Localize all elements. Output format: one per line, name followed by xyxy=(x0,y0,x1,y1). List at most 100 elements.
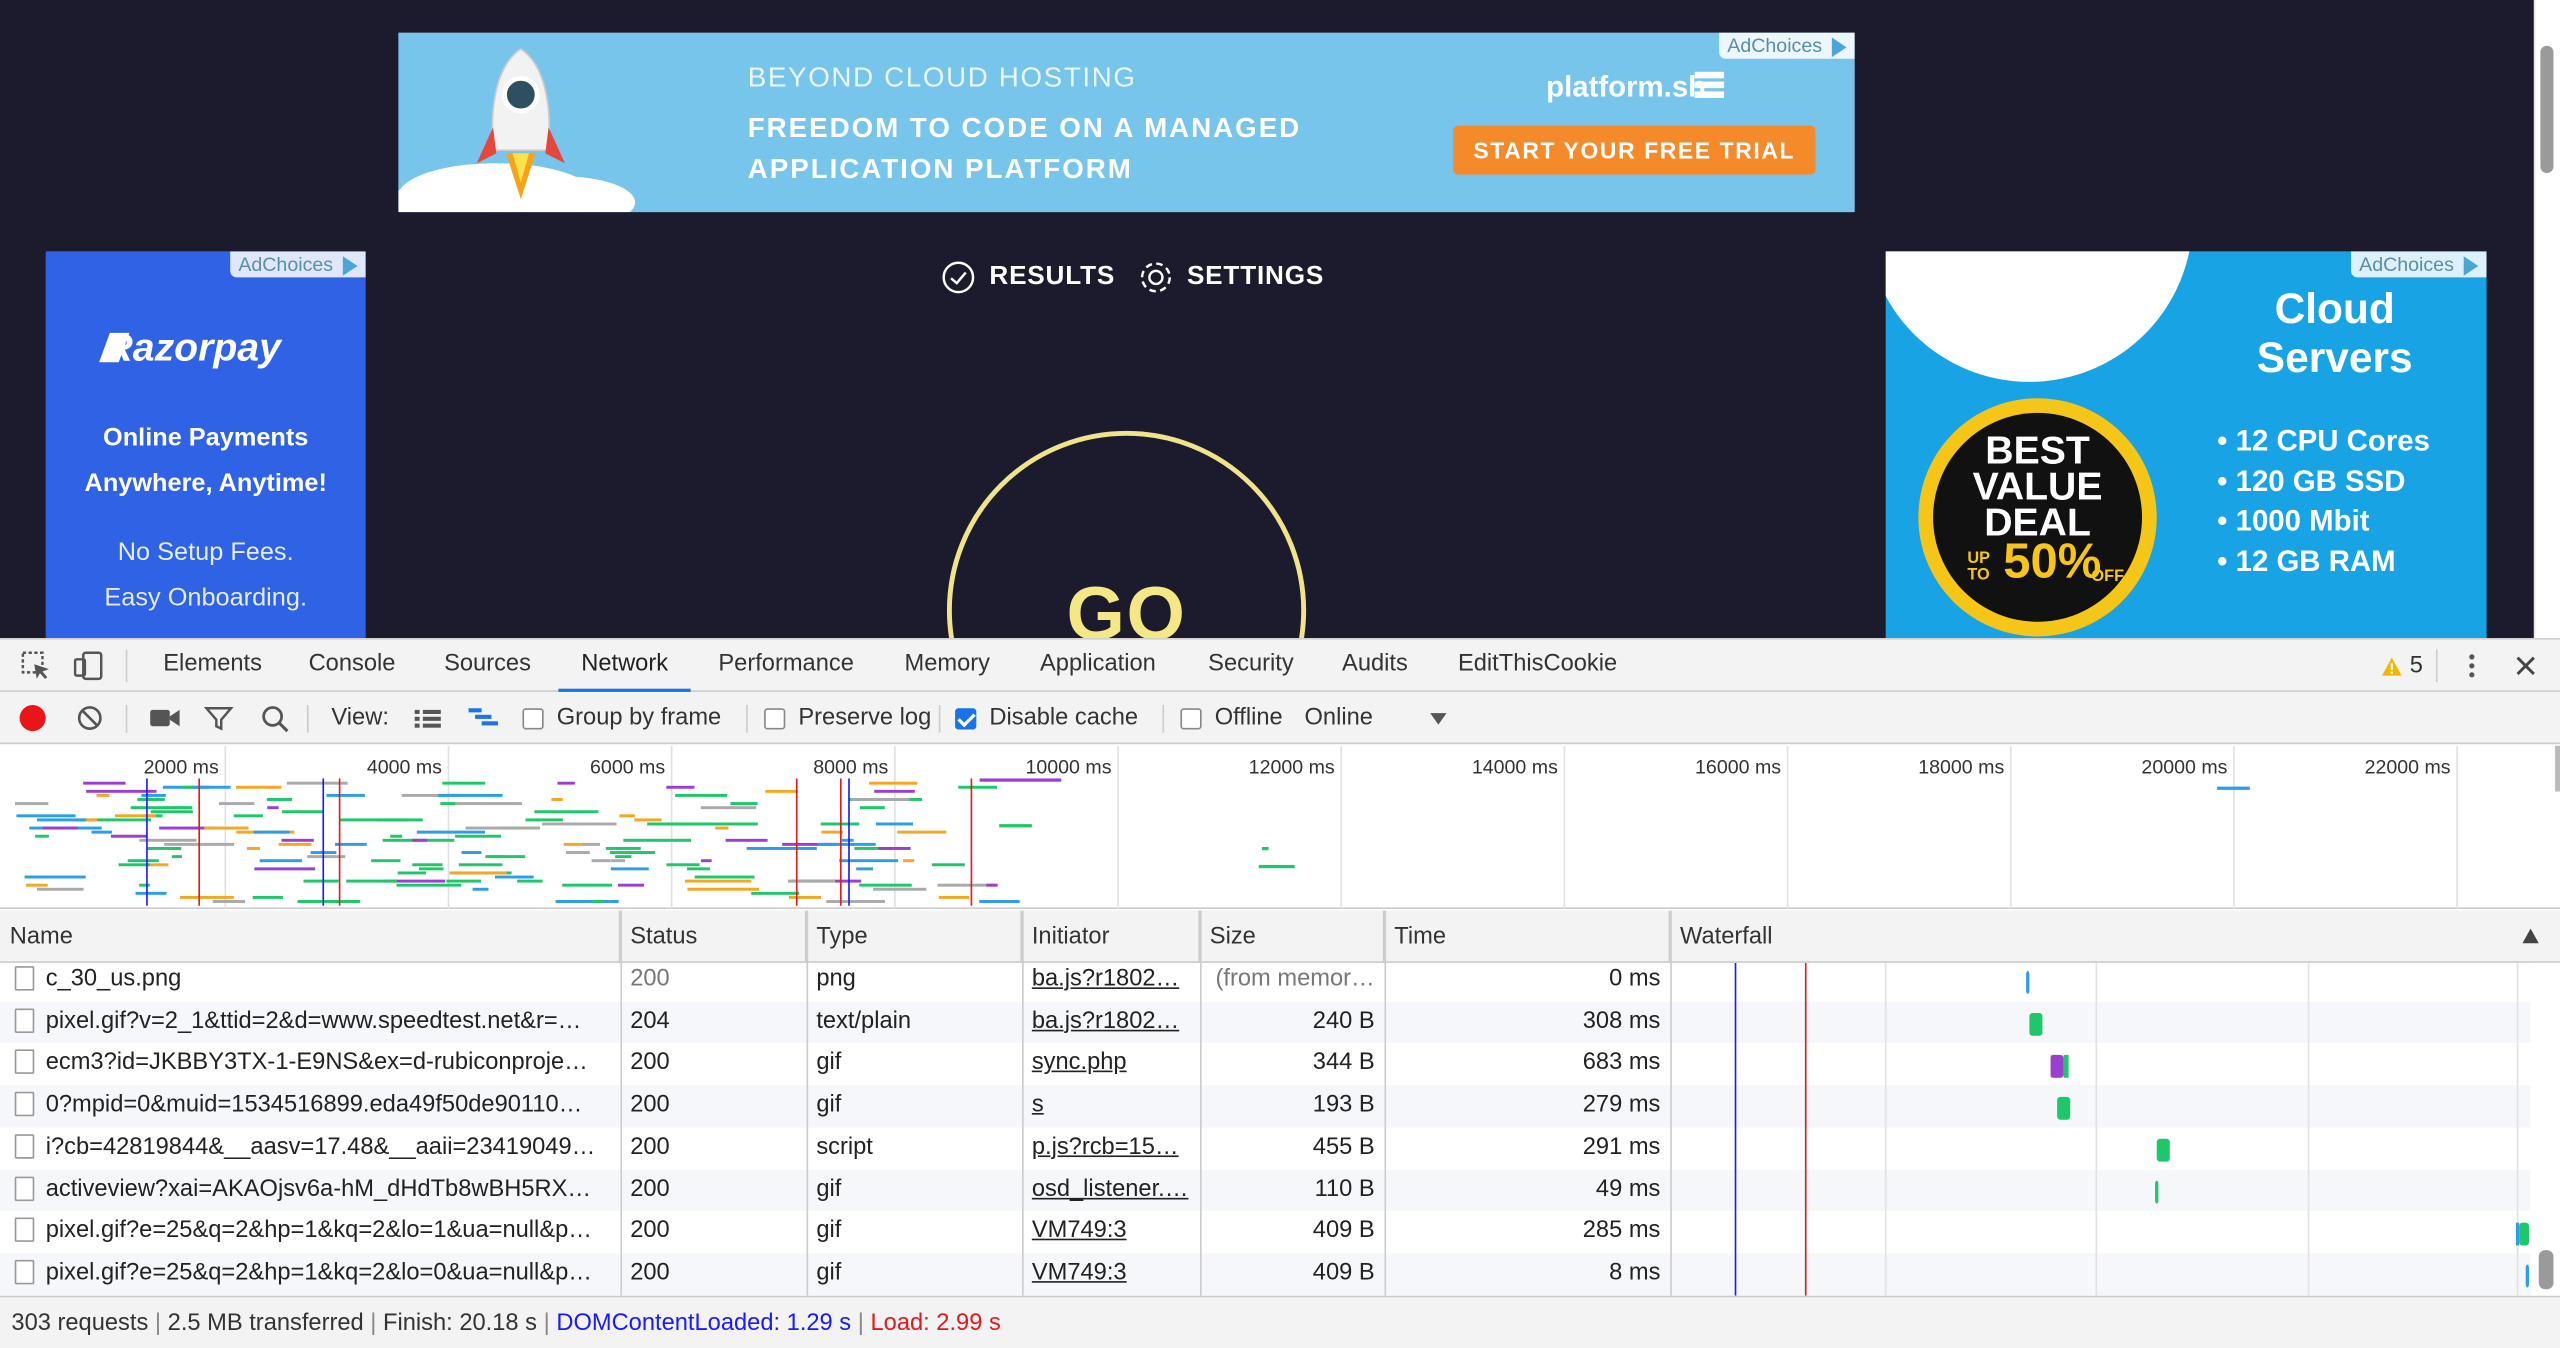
device-toolbar-icon[interactable] xyxy=(72,650,105,683)
column-divider[interactable] xyxy=(1384,910,1387,1296)
cell-name[interactable]: pixel.gif?e=25&q=2&hp=1&kq=2&lo=0&ua=nul… xyxy=(0,1253,620,1295)
tab-elements[interactable]: Elements xyxy=(163,640,262,692)
tab-network[interactable]: Network xyxy=(558,640,691,692)
overview-request-bar xyxy=(986,883,998,887)
request-list-scrollbar-thumb[interactable] xyxy=(2538,1250,2554,1290)
video-camera-icon[interactable] xyxy=(149,707,182,730)
overview-request-bar xyxy=(647,822,683,826)
adchoices-link[interactable]: AdChoices xyxy=(230,251,366,278)
filter-icon[interactable] xyxy=(204,705,234,731)
cell-initiator[interactable]: VM749:3 xyxy=(1022,1211,1200,1253)
column-header-initiator[interactable]: Initiator xyxy=(1022,910,1200,963)
tab-security[interactable]: Security xyxy=(1208,640,1294,692)
warnings-indicator[interactable]: 5 xyxy=(2380,640,2423,692)
tab-editthiscookie[interactable]: EditThisCookie xyxy=(1458,640,1617,692)
cell-name[interactable]: ecm3?id=JKBBY3TX-1-E9NS&ex=d-rubiconproj… xyxy=(0,1043,620,1085)
page-scrollbar-thumb[interactable] xyxy=(2540,45,2554,173)
tab-sources[interactable]: Sources xyxy=(444,640,531,692)
column-header-time[interactable]: Time xyxy=(1384,910,1671,963)
file-icon xyxy=(14,1008,35,1033)
ad-top-cta-button[interactable]: START YOUR FREE TRIAL xyxy=(1453,125,1816,175)
column-divider[interactable] xyxy=(1022,910,1024,1296)
waterfall-overview-icon[interactable] xyxy=(467,707,500,731)
overview-request-bar xyxy=(377,818,423,822)
cell-initiator[interactable]: osd_listener.… xyxy=(1022,1169,1200,1211)
tab-audits[interactable]: Audits xyxy=(1342,640,1408,692)
cell-name[interactable]: i?cb=42819844&__aasv=17.48&__aaii=234190… xyxy=(0,1127,620,1169)
overview-request-bar xyxy=(259,859,302,863)
column-divider[interactable] xyxy=(620,910,623,1296)
request-list-scrollbar[interactable] xyxy=(2530,962,2560,1296)
record-button[interactable] xyxy=(19,692,46,744)
cell-name[interactable]: pixel.gif?e=25&q=2&hp=1&kq=2&lo=1&ua=nul… xyxy=(0,1211,620,1253)
large-rows-icon[interactable] xyxy=(413,708,442,729)
overview-tick-label: 6000 ms xyxy=(590,757,665,779)
page-scrollbar[interactable] xyxy=(2533,0,2560,639)
overview-request-bar xyxy=(1262,846,1269,851)
overview-request-bar xyxy=(83,781,126,785)
overview-request-bar xyxy=(725,838,768,842)
overview-request-bar xyxy=(618,883,645,887)
column-header-status[interactable]: Status xyxy=(620,910,807,963)
adchoices-link[interactable]: AdChoices xyxy=(2350,251,2487,278)
cell-initiator[interactable]: sync.php xyxy=(1022,1043,1200,1085)
column-divider[interactable] xyxy=(806,910,809,1296)
inspect-element-icon[interactable] xyxy=(20,650,53,683)
overview-request-bar xyxy=(118,863,150,867)
column-header-type[interactable]: Type xyxy=(807,910,1023,963)
column-divider[interactable] xyxy=(1670,910,1672,1296)
overview-request-bar xyxy=(449,871,507,875)
ad-left-line3: No Setup Fees. xyxy=(117,538,294,567)
overview-request-bar xyxy=(455,834,502,838)
search-icon[interactable] xyxy=(261,705,289,733)
overview-request-bar xyxy=(286,781,348,785)
cell-initiator[interactable]: s xyxy=(1022,1085,1200,1127)
network-overview[interactable]: 2000 ms 4000 ms 6000 ms 8000 ms 10000 ms 1200… xyxy=(0,745,2560,910)
request-name: pixel.gif?v=2_1&ttid=2&d=www.speedtest.n… xyxy=(45,1008,582,1035)
cell-initiator[interactable]: ba.js?r1802… xyxy=(1022,1002,1200,1044)
cell-initiator[interactable]: ba.js?r1802… xyxy=(1022,963,1200,1002)
cell-size: 344 B xyxy=(1312,1049,1375,1077)
throttling-select[interactable]: Online xyxy=(1304,692,1451,744)
cell-name[interactable]: 0?mpid=0&muid=1534516899.eda49f50de90110… xyxy=(0,1085,620,1127)
tab-performance[interactable]: Performance xyxy=(718,640,854,692)
tab-memory[interactable]: Memory xyxy=(904,640,990,692)
close-icon[interactable] xyxy=(2514,654,2537,677)
overview-request-bar xyxy=(932,863,965,867)
results-link[interactable]: RESULTS xyxy=(940,258,1115,297)
offline-checkbox[interactable]: Offline xyxy=(1180,692,1283,744)
cell-name[interactable]: activeview?xai=AKAOjsv6a-hM_dHdTb8wBH5RX… xyxy=(0,1169,620,1211)
cell-initiator[interactable]: p.js?rcb=15… xyxy=(1022,1127,1200,1169)
disable-cache-checkbox[interactable]: Disable cache xyxy=(955,692,1138,744)
clear-icon[interactable] xyxy=(77,705,103,731)
go-button[interactable]: GO xyxy=(946,430,1307,639)
disable-cache-label: Disable cache xyxy=(989,705,1139,732)
ad-banner-left[interactable]: Razorpay Online Payments Anywhere, Anyti… xyxy=(45,251,366,639)
column-divider[interactable] xyxy=(1200,910,1202,1296)
overview-handle[interactable] xyxy=(2555,745,2560,792)
column-header-name[interactable]: Name xyxy=(0,910,621,963)
adchoices-link[interactable]: AdChoices xyxy=(1719,32,1855,59)
more-options-icon[interactable] xyxy=(2462,653,2482,679)
network-grid-header: Name Status Type Initiator Size Time Wat… xyxy=(0,910,2560,963)
ad-banner-top[interactable]: BEYOND CLOUD HOSTING FREEDOM TO CODE ON … xyxy=(398,32,1855,213)
ad-banner-right[interactable]: Cloud Servers BEST VALUE DEAL UP TO 50% … xyxy=(1885,251,2487,639)
cell-initiator[interactable]: VM749:3 xyxy=(1022,1253,1200,1295)
tab-console[interactable]: Console xyxy=(309,640,396,692)
file-icon xyxy=(14,1259,35,1285)
overview-request-bar xyxy=(876,822,913,826)
tab-application[interactable]: Application xyxy=(1040,640,1156,692)
sort-ascending-icon[interactable] xyxy=(2522,928,2539,944)
overview-tick-label: 22000 ms xyxy=(2365,757,2451,779)
overview-request-bar xyxy=(281,838,314,842)
view-label: View: xyxy=(331,705,389,732)
settings-link[interactable]: SETTINGS xyxy=(1138,258,1324,297)
column-header-waterfall[interactable]: Waterfall xyxy=(1670,911,2560,963)
cell-name[interactable]: pixel.gif?v=2_1&ttid=2&d=www.speedtest.n… xyxy=(0,1002,620,1044)
overview-timeline[interactable]: 2000 ms 4000 ms 6000 ms 8000 ms 10000 ms 1200… xyxy=(0,745,2560,910)
column-header-size[interactable]: Size xyxy=(1200,910,1385,963)
cell-name[interactable]: c_30_us.png xyxy=(0,963,620,1002)
preserve-log-checkbox[interactable]: Preserve log xyxy=(764,692,931,744)
group-by-frame-checkbox[interactable]: Group by frame xyxy=(522,692,721,744)
cell-type: text/plain xyxy=(816,1008,912,1035)
